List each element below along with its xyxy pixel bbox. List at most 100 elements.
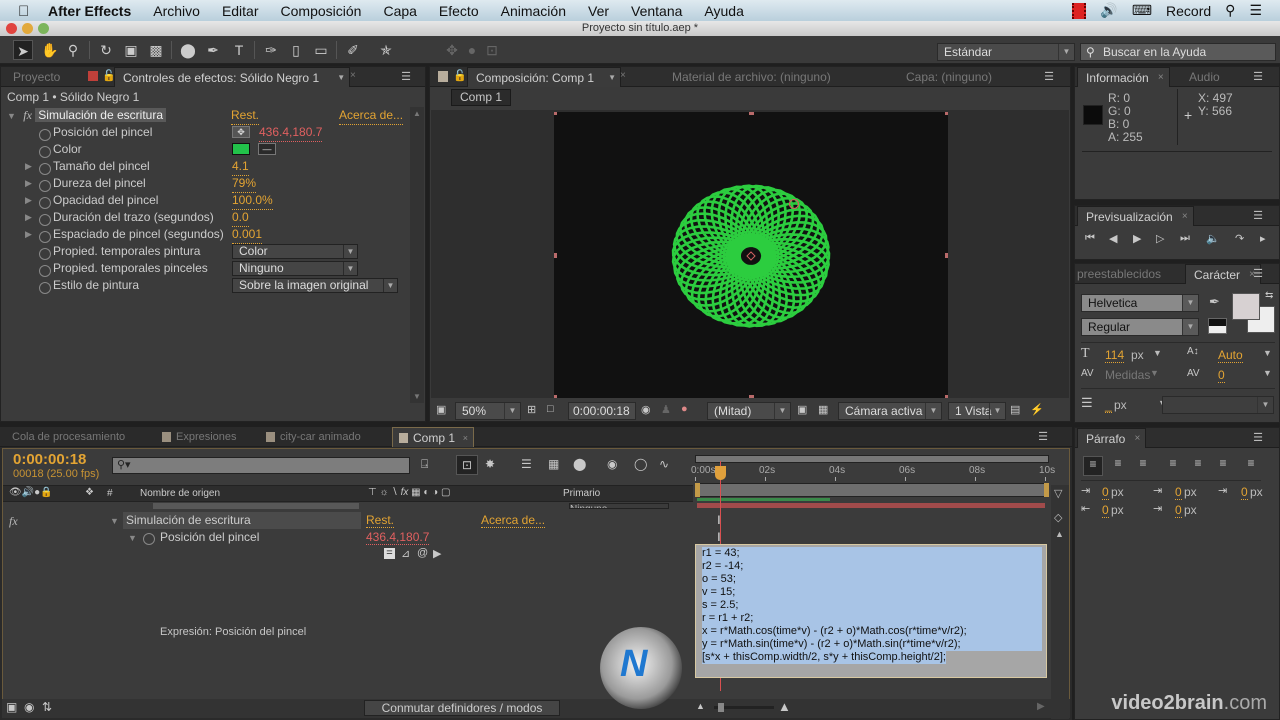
timeline-reset-link[interactable]: Rest. xyxy=(366,513,395,528)
tab-project[interactable]: Proyecto xyxy=(5,67,68,87)
expression-line[interactable]: y = r*Math.sin(time*v) - (r2 + o)*Math.s… xyxy=(702,638,1042,651)
menu-archivo[interactable]: Archivo xyxy=(153,3,200,19)
menu-ver[interactable]: Ver xyxy=(588,3,609,19)
fx-icon[interactable]: fx xyxy=(23,108,32,122)
effect-property-value[interactable]: 436.4,180.7 xyxy=(259,124,323,142)
scroll-up-icon[interactable]: ▲ xyxy=(1055,529,1064,539)
info-panel-menu-icon[interactable]: ☰ xyxy=(1253,70,1263,83)
effect-property-row[interactable]: Posición del pincel ✥ 436.4,180.7 xyxy=(1,124,406,142)
spotlight-search-icon[interactable]: ⚲ xyxy=(1225,2,1235,19)
selection-tool-icon[interactable]: ➤ xyxy=(13,40,33,60)
effect-property-row[interactable]: ▶ Dureza del pincel 79% xyxy=(1,175,406,193)
ram-preview-icon[interactable]: ▸ xyxy=(1260,232,1266,245)
previous-frame-icon[interactable]: ◀ xyxy=(1109,232,1117,245)
expression-line[interactable]: o = 53; xyxy=(702,573,1042,586)
timeline-search-input[interactable]: ⚲▾ xyxy=(112,457,410,474)
recording-film-icon[interactable] xyxy=(1072,2,1087,19)
font-size-dropdown-icon[interactable]: ▼ xyxy=(1153,348,1162,358)
audio-icon[interactable]: 🔈 xyxy=(1206,232,1220,245)
ellipse-tool-icon[interactable]: ⬤ xyxy=(178,40,198,60)
comp-navigator-chip[interactable]: Comp 1 xyxy=(451,89,512,106)
time-graph[interactable]: 0:00s02s04s06s08s10s I I I r1 = 43;r2 = … xyxy=(691,449,1055,719)
comp-viewer[interactable] xyxy=(431,110,1069,398)
tab-comp1-timeline[interactable]: Comp 1 × xyxy=(392,427,475,447)
zoom-in-time-icon[interactable]: ▽ xyxy=(1054,487,1062,500)
toggle-switches-modes-button[interactable]: Conmutar definidores / modos xyxy=(364,700,560,716)
pixel-aspect-toggle-icon[interactable]: ▤ xyxy=(1010,403,1020,416)
black-white-swatch[interactable] xyxy=(1208,318,1227,334)
column-source-name[interactable]: Nombre de origen xyxy=(140,488,220,499)
av-features-icons[interactable]: 👁🔊●🔒 xyxy=(9,487,53,498)
indent-first-value[interactable]: 0 xyxy=(1241,485,1248,500)
justify-last-left-icon[interactable]: ≡ xyxy=(1163,456,1183,470)
indent-right-value[interactable]: 0 xyxy=(1102,503,1109,518)
help-search-input[interactable]: ⚲ Buscar en la Ayuda xyxy=(1080,43,1276,61)
color-channels-icon[interactable]: ● xyxy=(681,403,688,415)
align-center-icon[interactable]: ≡ xyxy=(1108,456,1128,470)
clone-stamp-tool-icon[interactable]: ▯ xyxy=(286,40,306,60)
effects-scrollbar[interactable]: ▲ ▼ xyxy=(410,107,424,403)
kerning-dropdown-icon[interactable]: ▼ xyxy=(1150,368,1159,378)
auto-keyframe-icon[interactable]: ◯ xyxy=(634,457,647,471)
menu-capa[interactable]: Capa xyxy=(383,3,416,19)
timeline-current-time[interactable]: 0:00:00:18 xyxy=(13,451,86,468)
stroke-width-value[interactable]: _ xyxy=(1105,398,1112,413)
text-tool-icon[interactable]: T xyxy=(229,40,249,60)
tab-dropdown-icon[interactable]: ▼ xyxy=(337,68,345,88)
stroke-style-dropdown[interactable]: ▼ xyxy=(1162,396,1274,414)
justify-all-icon[interactable]: ≡ xyxy=(1241,456,1261,470)
expression-language-menu-icon[interactable]: ▶ xyxy=(433,547,441,560)
expand-triangle-icon[interactable]: ▶ xyxy=(25,226,32,243)
live-update-icon[interactable]: ⊡ xyxy=(456,455,478,475)
tab-effect-controls[interactable]: Controles de efectos: Sólido Negro 1 ▼ xyxy=(114,67,351,88)
zoom-window-button[interactable] xyxy=(38,23,49,34)
effect-property-dropdown[interactable]: Ninguno ▼ xyxy=(232,261,358,276)
effect-property-row[interactable]: ▶ Opacidad del pincel 100.0% xyxy=(1,192,406,210)
effect-property-value[interactable]: 0.001 xyxy=(232,226,263,244)
paragraph-panel-menu-icon[interactable]: ☰ xyxy=(1253,431,1263,444)
close-preview-tab-icon[interactable]: × xyxy=(1182,207,1188,227)
snapshot-camera-icon[interactable]: ◉ xyxy=(641,403,651,416)
always-preview-icon[interactable]: ▣ xyxy=(436,403,446,416)
playhead-handle[interactable] xyxy=(715,466,727,480)
stopwatch-icon[interactable] xyxy=(39,247,51,260)
region-of-interest-icon[interactable]: ▣ xyxy=(797,403,807,416)
timeline-fx-icon[interactable]: fx xyxy=(9,514,18,529)
work-area-bar[interactable] xyxy=(695,483,1049,497)
timeline-property-value[interactable]: 436.4,180.7 xyxy=(366,530,430,545)
notification-list-icon[interactable]: ☰ xyxy=(1249,2,1262,19)
layer-handle[interactable] xyxy=(554,395,557,398)
stopwatch-icon[interactable] xyxy=(39,179,51,192)
expand-triangle-icon[interactable]: ▶ xyxy=(25,209,32,226)
tab-layer[interactable]: Capa: (ninguno) xyxy=(898,67,1000,87)
effect-property-value[interactable]: 100.0% xyxy=(232,192,273,210)
close-tab-icon[interactable]: × xyxy=(350,70,356,81)
effect-property-row[interactable]: ▶ Espaciado de pincel (segundos) 0.001 xyxy=(1,226,406,244)
mask-visibility-icon[interactable]: □ xyxy=(547,403,554,415)
effect-property-row[interactable]: Color — xyxy=(1,141,406,158)
align-left-icon[interactable]: ≡ xyxy=(1083,456,1103,476)
brainstorm-icon[interactable]: ◉ xyxy=(607,457,617,471)
resolution-dropdown[interactable]: (Mitad) ▼ xyxy=(707,402,791,420)
eyedropper-icon[interactable]: — xyxy=(258,143,276,155)
expression-editor[interactable]: r1 = 43; r2 = -14; o = 53; v = 15; s = 2.5; r… xyxy=(695,544,1047,678)
comp-lock-icon[interactable]: 🔓 xyxy=(453,69,467,82)
next-frame-icon[interactable]: ▷ xyxy=(1156,232,1164,245)
fast-previews-icon[interactable]: ⚡ xyxy=(1030,403,1044,416)
brush-tool-icon[interactable]: ✑ xyxy=(261,40,281,60)
leading-dropdown-icon[interactable]: ▼ xyxy=(1263,348,1272,358)
transfer-controls-toggle-icon[interactable]: ◉ xyxy=(24,700,34,714)
loop-icon[interactable]: ↷ xyxy=(1235,232,1244,245)
layer-handle[interactable] xyxy=(945,112,948,115)
expression-line[interactable]: v = 15; xyxy=(702,586,1042,599)
close-comp-tab-icon[interactable]: × xyxy=(620,70,626,81)
stopwatch-icon[interactable] xyxy=(39,196,51,209)
effect-property-dropdown[interactable]: Sobre la imagen original ▼ xyxy=(232,278,398,293)
effect-property-row[interactable]: Propied. temporales pinceles Ninguno ▼ xyxy=(1,260,406,277)
layer-handle[interactable] xyxy=(554,253,557,258)
close-info-tab-icon[interactable]: × xyxy=(1158,68,1164,88)
menu-composicion[interactable]: Composición xyxy=(281,3,362,19)
expression-enable-icon[interactable]: = xyxy=(384,548,395,559)
draft-3d-icon[interactable]: ✸ xyxy=(485,457,495,471)
stopwatch-icon[interactable] xyxy=(39,281,51,294)
